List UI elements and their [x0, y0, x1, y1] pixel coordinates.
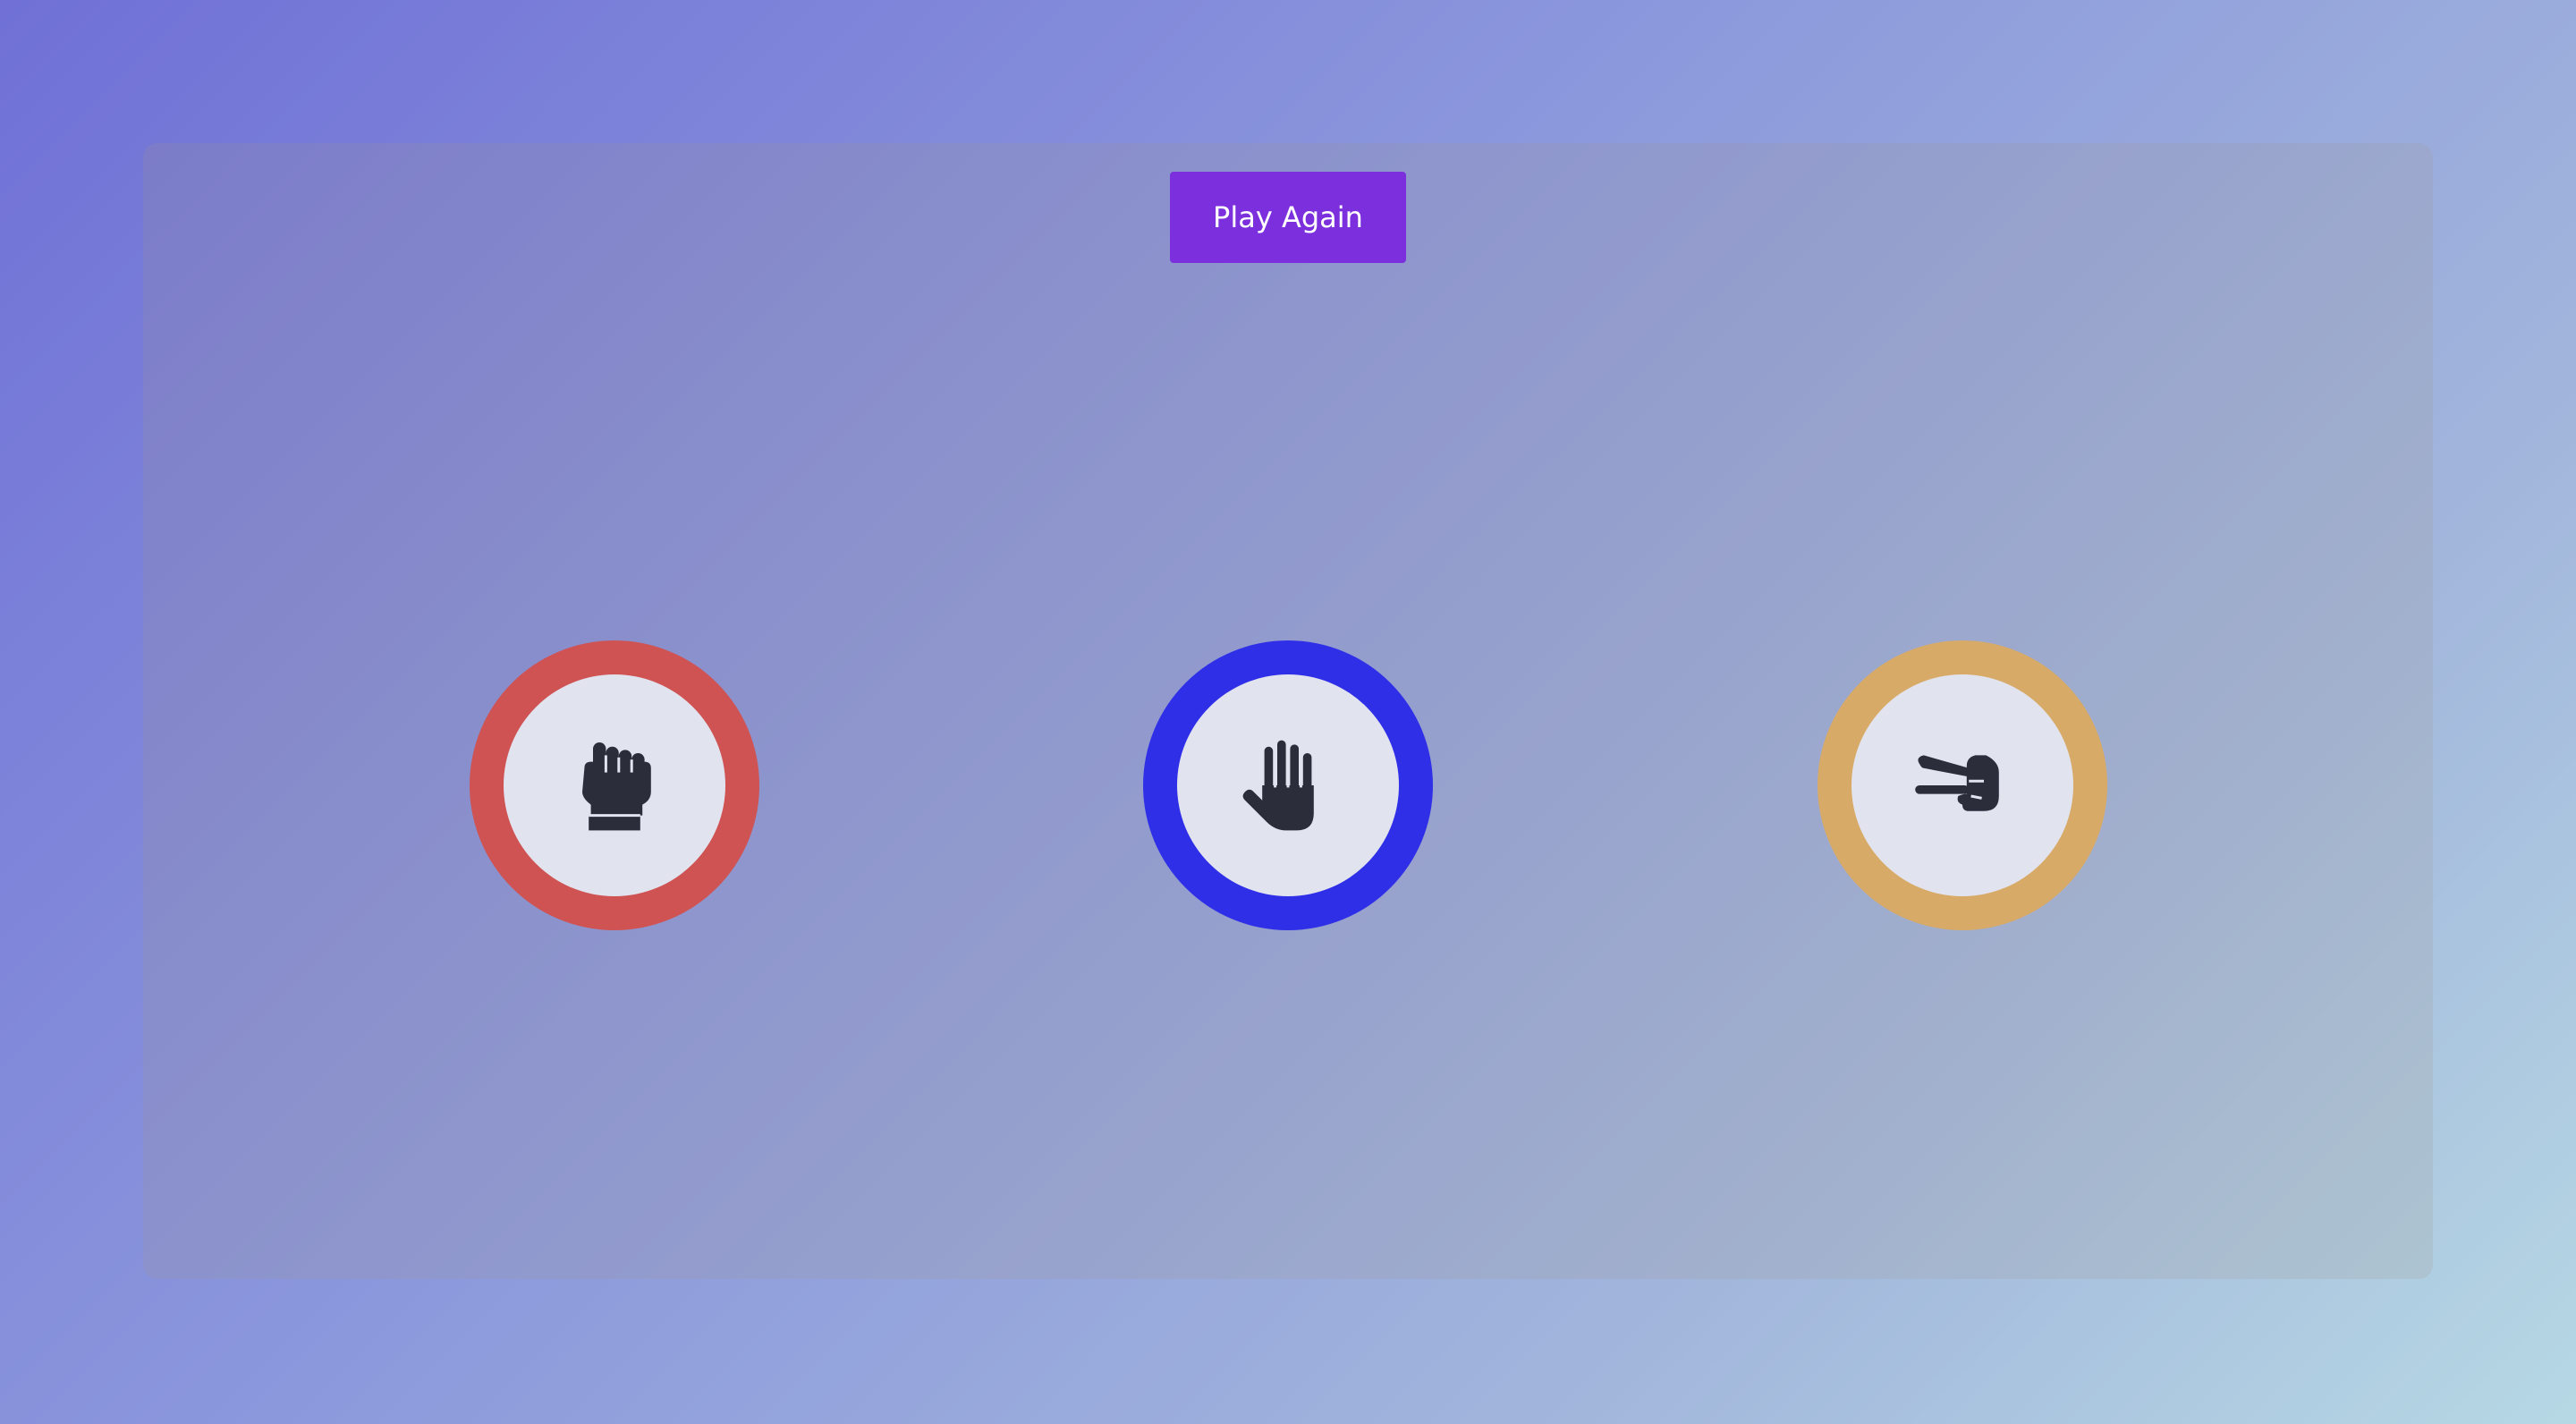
game-app: Play Again	[0, 0, 2576, 1424]
fist-icon	[582, 742, 651, 831]
play-again-button[interactable]: Play Again	[1170, 172, 1406, 263]
rock-choice-inner	[504, 674, 725, 896]
peace-hand-icon	[1915, 755, 1999, 811]
scissors-choice-button[interactable]	[1818, 640, 2107, 930]
open-hand-icon	[1242, 740, 1314, 831]
rock-choice-button[interactable]	[470, 640, 759, 930]
paper-choice-button[interactable]	[1143, 640, 1433, 930]
paper-choice-inner	[1177, 674, 1399, 896]
scissors-choice-inner	[1852, 674, 2073, 896]
